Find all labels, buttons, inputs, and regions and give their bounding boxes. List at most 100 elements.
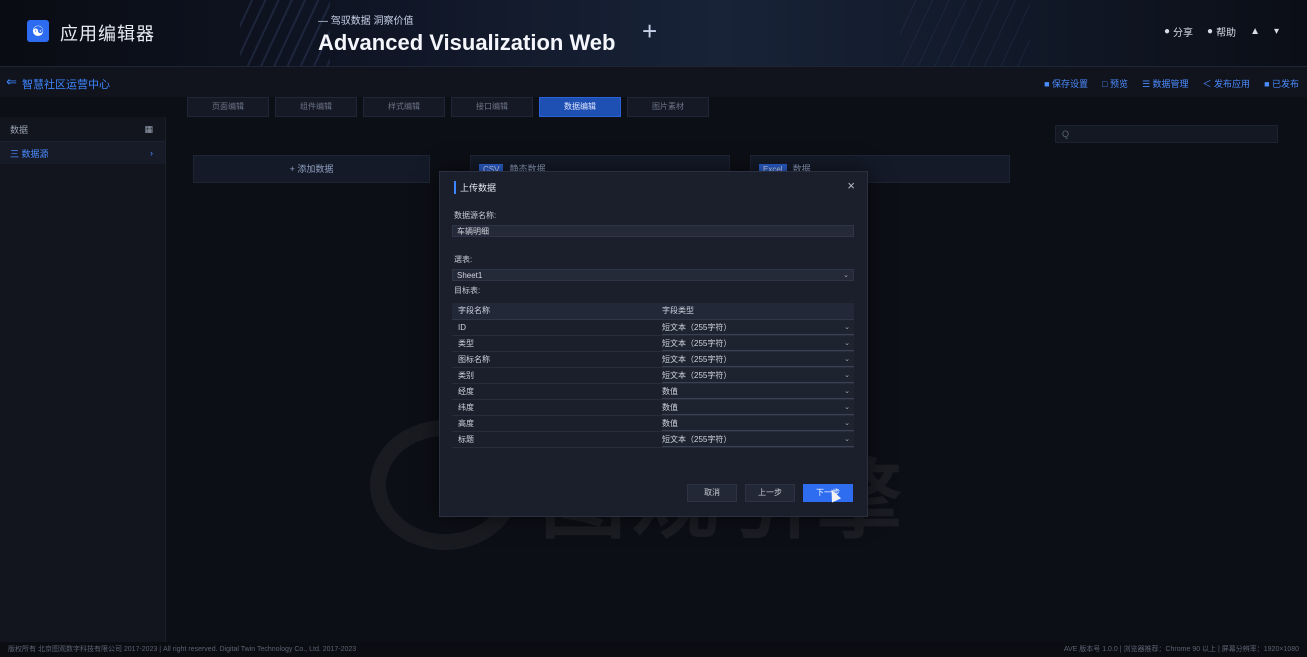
user-button[interactable]: ▲ (1250, 24, 1260, 39)
tab-style-edit[interactable]: 样式编辑 (363, 97, 445, 117)
share-label: 分享 (1173, 28, 1194, 39)
upload-data-dialog: 上传数据 × 数据源名称: 车辆明细 選表: Sheet1 ⌄ 目标表: 字段名… (439, 171, 868, 517)
add-icon[interactable]: + (642, 18, 657, 44)
tab-image-assets[interactable]: 图片素材 (627, 97, 709, 117)
target-table-label: 目标表: (454, 286, 481, 295)
cancel-button[interactable]: 取消 (687, 484, 737, 502)
user-icon: ▲ (1250, 26, 1260, 37)
table-row: 类型 短文本（255字符） ⌄ (452, 336, 854, 352)
previous-step-button[interactable]: 上一步 (745, 484, 795, 502)
help-button[interactable]: ● 帮助 (1207, 24, 1236, 39)
tab-component-edit[interactable]: 组件编辑 (275, 97, 357, 117)
share-icon: ● (1163, 26, 1171, 37)
sheet-select[interactable]: Sheet1 ⌄ (452, 269, 854, 281)
sidebar: 数据 ▦ 三 数据源 › (0, 117, 166, 642)
chevron-down-icon: ⌄ (844, 372, 850, 379)
dialog-title: 上传数据 (454, 181, 496, 194)
version-info: AVE 版本号 1.0.0 | 浏览器推荐：Chrome 90 以上 | 屏幕分… (1063, 646, 1299, 653)
field-type-value: 数值 (662, 387, 678, 396)
tab-interface-edit[interactable]: 接口编辑 (451, 97, 533, 117)
table-row: 纬度 数值 ⌄ (452, 400, 854, 416)
table-row: 高度 数值 ⌄ (452, 416, 854, 432)
chevron-down-icon: ⌄ (844, 420, 850, 427)
table-row: 经度 数值 ⌄ (452, 384, 854, 400)
field-type-value: 短文本（255字符） (662, 355, 732, 364)
page-title: Advanced Visualization Web (318, 30, 616, 55)
field-type-select[interactable]: 数值 ⌄ (662, 384, 854, 399)
tab-data-edit[interactable]: 数据编辑 (539, 97, 621, 117)
help-icon: ● (1207, 26, 1214, 37)
breadcrumb: ⇐ 智慧社区运营中心 ■ 保存设置 □ 预览 ☰ 数据管理 ＜ 发布应用 ■ 已… (0, 67, 1307, 97)
close-icon[interactable]: × (847, 178, 855, 193)
chevron-down-icon: ⌄ (843, 272, 849, 279)
back-arrow-icon[interactable]: ⇐ (6, 74, 17, 90)
app-slogan: — 驾驭数据 洞察价值 (318, 16, 414, 27)
share-button[interactable]: ● 分享 (1164, 24, 1193, 39)
field-type-select[interactable]: 短文本（255字符） ⌄ (662, 320, 854, 335)
field-name: ID (458, 323, 466, 332)
field-name: 类别 (458, 371, 474, 380)
field-name: 高度 (458, 419, 474, 428)
user-menu-button[interactable]: ▾ (1274, 24, 1279, 39)
chevron-down-icon: ⌄ (844, 340, 850, 347)
chevron-down-icon: ⌄ (844, 436, 850, 443)
toolbar: ■ 保存设置 □ 预览 ☰ 数据管理 ＜ 发布应用 ■ 已发布 (1044, 77, 1299, 90)
preview-button[interactable]: □ 预览 (1102, 77, 1128, 90)
header-actions: ● 分享 ● 帮助 ▲ ▾ (1164, 24, 1279, 39)
dialog-header: 上传数据 × (440, 172, 867, 200)
published-button[interactable]: ■ 已发布 (1264, 77, 1299, 90)
top-header: ☯ 应用编辑器 — 驾驭数据 洞察价值 Advanced Visualizati… (0, 0, 1307, 67)
app-name: 应用编辑器 (60, 24, 155, 44)
field-type-select[interactable]: 短文本（255字符） ⌄ (662, 352, 854, 367)
field-name: 类型 (458, 339, 474, 348)
field-name: 纬度 (458, 403, 474, 412)
chevron-down-icon: ⌄ (844, 324, 850, 331)
grid-icon[interactable]: ▦ (144, 124, 153, 135)
field-type-value: 短文本（255字符） (662, 339, 732, 348)
field-type-value: 数值 (662, 403, 678, 412)
field-type-select[interactable]: 短文本（255字符） ⌄ (662, 336, 854, 351)
tab-page-edit[interactable]: 页面编辑 (187, 97, 269, 117)
field-mapping-table: 字段名称 字段类型 ID 短文本（255字符） ⌄ 类型 短文本（255字符） ⌄ 图标… (452, 303, 854, 448)
header-decoration (240, 0, 330, 66)
sidebar-title: 数据 (10, 124, 29, 135)
sheet-value: Sheet1 (457, 271, 483, 280)
datasource-name-label: 数据源名称: (454, 211, 497, 220)
column-header-type: 字段类型 (662, 306, 694, 315)
help-label: 帮助 (1216, 28, 1237, 39)
page-footer: 版权所有 北京图观数字科技有限公司 2017-2023 | All right … (0, 642, 1307, 657)
publish-button[interactable]: ＜ 发布应用 (1203, 77, 1251, 90)
field-type-select[interactable]: 数值 ⌄ (662, 416, 854, 431)
search-input[interactable]: Q (1055, 125, 1278, 143)
field-type-value: 短文本（255字符） (662, 435, 732, 444)
sidebar-item-label: 三 数据源 (10, 148, 49, 159)
copyright-text: 版权所有 北京图观数字科技有限公司 2017-2023 | All right … (8, 646, 357, 653)
field-type-select[interactable]: 短文本（255字符） ⌄ (662, 432, 854, 447)
column-header-name: 字段名称 (458, 306, 490, 315)
field-name: 经度 (458, 387, 474, 396)
add-data-card[interactable]: + 添加数据 (193, 155, 430, 183)
sheet-label: 選表: (454, 255, 473, 264)
chevron-down-icon: ⌄ (844, 404, 850, 411)
app-logo-icon: ☯ (27, 20, 49, 42)
datasource-name-field[interactable]: 车辆明细 (452, 225, 854, 237)
table-row: 标题 短文本（255字符） ⌄ (452, 432, 854, 448)
header-decoration-right (900, 0, 1030, 66)
step-tabs: 页面编辑 组件编辑 样式编辑 接口编辑 数据编辑 图片素材 (187, 97, 709, 117)
field-type-value: 数值 (662, 419, 678, 428)
data-manage-button[interactable]: ☰ 数据管理 (1142, 77, 1189, 90)
project-title: 智慧社区运营中心 (22, 79, 110, 91)
chevron-right-icon: › (150, 148, 153, 158)
field-type-select[interactable]: 短文本（255字符） ⌄ (662, 368, 854, 383)
add-data-label: + 添加数据 (289, 164, 334, 174)
field-type-select[interactable]: 数值 ⌄ (662, 400, 854, 415)
table-row: 类别 短文本（255字符） ⌄ (452, 368, 854, 384)
table-row: ID 短文本（255字符） ⌄ (452, 320, 854, 336)
save-settings-button[interactable]: ■ 保存设置 (1044, 77, 1088, 90)
sidebar-header: 数据 ▦ (0, 117, 165, 142)
field-name: 标题 (458, 435, 474, 444)
sidebar-item-datasource[interactable]: 三 数据源 › (0, 142, 165, 164)
chevron-down-icon: ⌄ (844, 356, 850, 363)
table-row: 图标名称 短文本（255字符） ⌄ (452, 352, 854, 368)
chevron-down-icon: ▾ (1273, 26, 1279, 37)
